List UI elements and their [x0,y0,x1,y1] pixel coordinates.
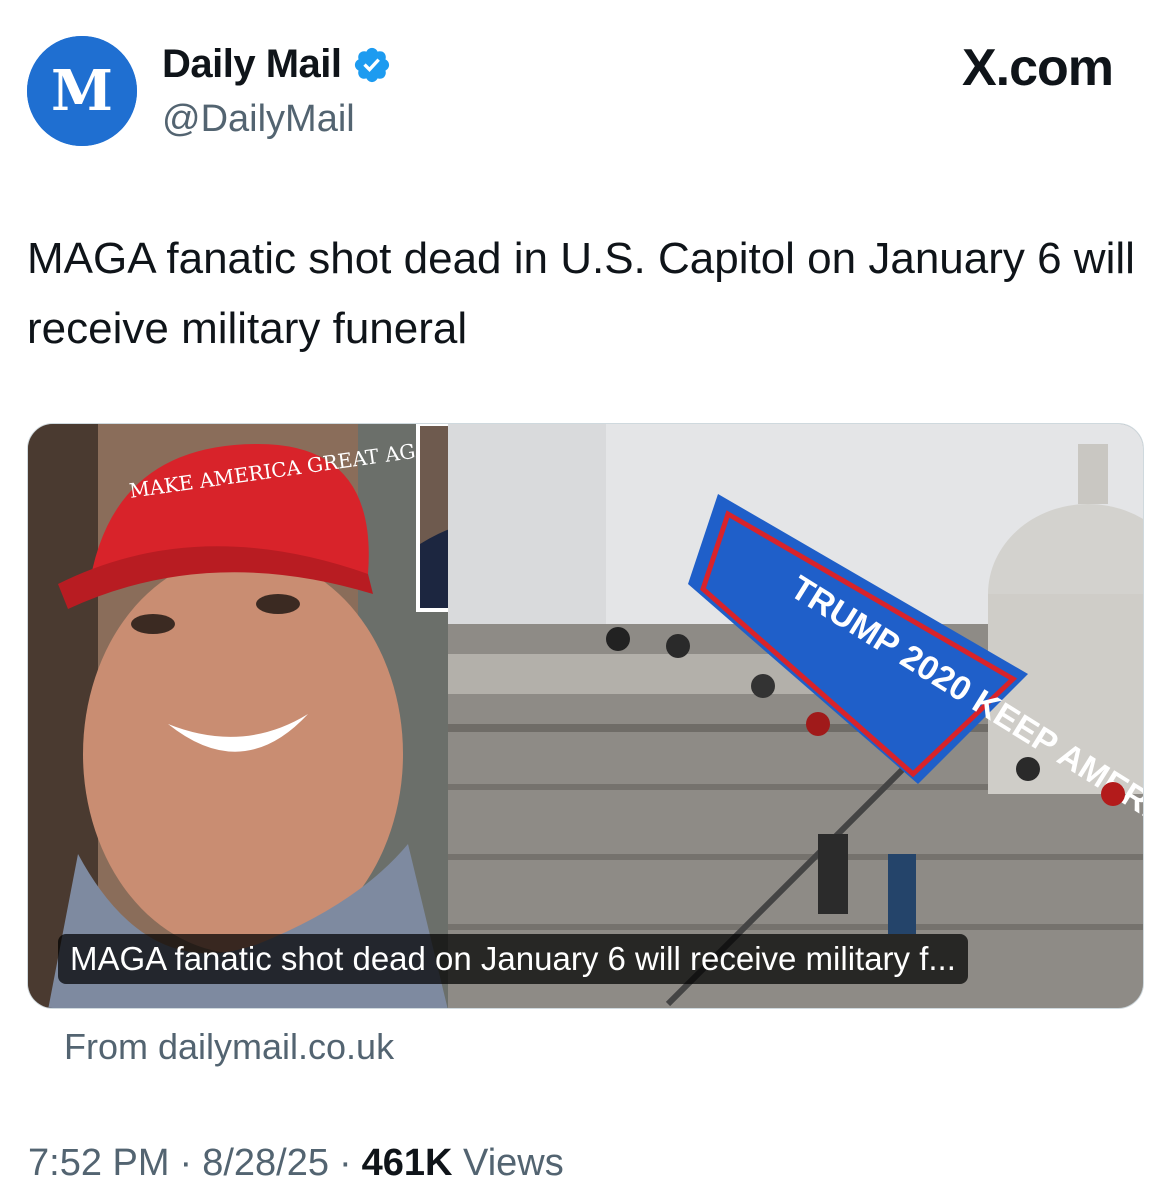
account-name-row: Daily Mail [162,42,392,87]
x-com-text: X.com [961,39,1114,97]
tweet-time[interactable]: 7:52 PM [28,1142,170,1185]
account-handle[interactable]: @DailyMail [162,98,355,141]
views-label: Views [463,1142,564,1184]
avatar[interactable]: M [27,36,137,146]
article-image: MAKE AMERICA GREAT AGAIN TRUMP 2020 KEEP… [28,424,1143,1008]
tweet-date[interactable]: 8/28/25 [202,1142,329,1185]
tweet-meta: 7:52 PM · 8/28/25 · 461K Views [28,1142,564,1185]
meta-separator: · [338,1142,352,1184]
daily-mail-logo-icon: M [27,36,137,146]
x-com-watermark: X.com [961,38,1114,98]
link-card-caption: MAGA fanatic shot dead on January 6 will… [58,934,968,984]
display-name[interactable]: Daily Mail [162,42,342,87]
link-source[interactable]: From dailymail.co.uk [64,1026,394,1068]
verified-badge-icon [354,47,389,82]
views-count[interactable]: 461K [362,1142,453,1184]
meta-separator: · [179,1142,193,1184]
link-card[interactable]: MAKE AMERICA GREAT AGAIN TRUMP 2020 KEEP… [27,423,1144,1009]
avatar-letter: M [51,58,113,124]
tweet-text: MAGA fanatic shot dead in U.S. Capitol o… [27,234,1135,353]
